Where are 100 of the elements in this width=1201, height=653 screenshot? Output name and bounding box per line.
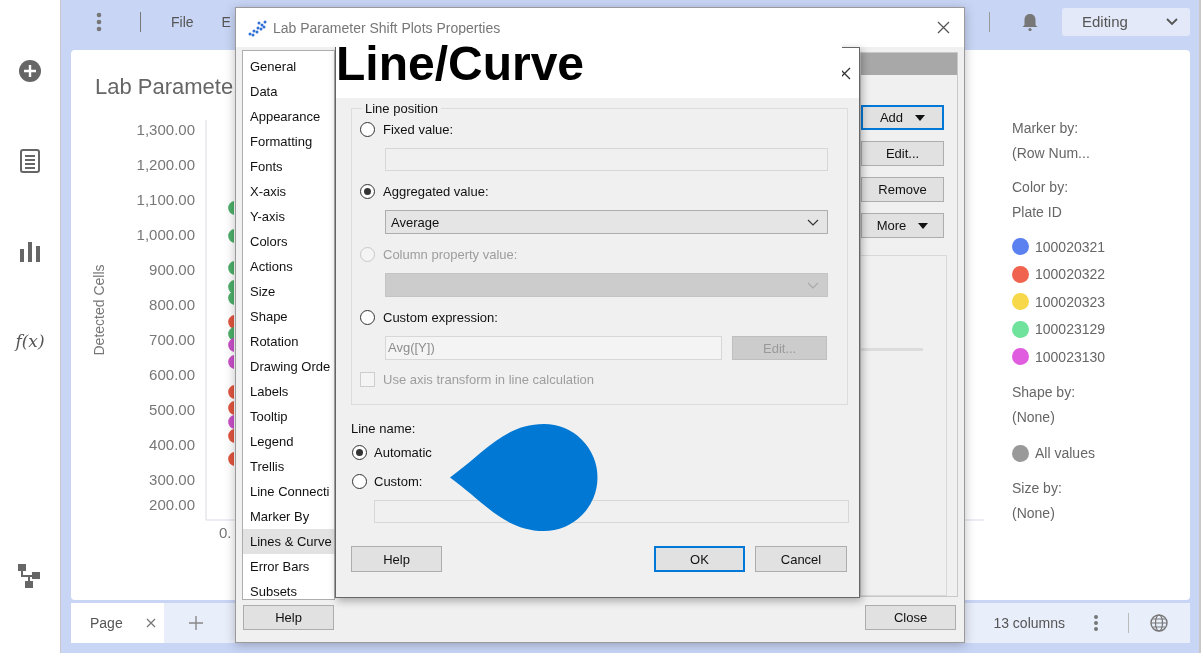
nav-item[interactable]: X-axis [243,179,334,204]
legend-heading: Marker by: [1012,119,1080,138]
value-field[interactable] [385,148,828,171]
legend-label: 100020321 [1035,238,1106,255]
legend-label: 100020323 [1035,293,1106,310]
panel-button[interactable]: Add [861,105,944,130]
legend-label: 100023130 [1035,348,1106,365]
chevron-down-icon [1166,17,1178,26]
axis-tick-label: 600.00 [149,366,195,383]
nav-item[interactable]: Legend [243,429,334,454]
legend-heading: Shape by: [1012,382,1077,402]
data-point [228,385,234,399]
radio-button[interactable] [352,473,367,489]
nav-item[interactable]: Data [243,79,334,104]
nav-item[interactable]: Rotation [243,329,334,354]
checkbox-label: Use axis transform in line calculation [383,371,594,387]
axis-tick-label: 800.00 [149,296,195,313]
nav-item[interactable]: Lines & Curve [243,529,334,554]
function-icon[interactable]: f(x) [15,331,45,351]
data-point [228,201,234,215]
menu-item[interactable]: E [221,13,231,30]
data-point [228,229,234,243]
group-title: Line position [364,101,439,116]
globe-icon[interactable] [1150,614,1168,632]
radio-button[interactable] [352,444,367,460]
aggregation-dropdown[interactable]: Average [385,210,828,234]
add-tab-icon[interactable] [189,616,203,630]
radio-label: Custom: [374,473,423,489]
nav-item[interactable]: Labels [243,379,334,404]
legend-label: 100023129 [1035,321,1106,338]
close-button[interactable]: Close [865,605,956,630]
nav-item[interactable]: Fonts [243,154,334,179]
chevron-down-icon [807,281,819,289]
radio-label: Column property value: [383,246,518,262]
axis-tick-label: 1,200.00 [136,156,195,173]
close-icon[interactable] [937,21,950,34]
mode-dropdown[interactable]: Editing [1062,7,1190,36]
axis-tick-label: 900.00 [149,261,195,278]
bell-icon[interactable] [1022,12,1038,31]
legend-label: 100020322 [1035,266,1106,283]
legend-value[interactable]: (None) [1012,404,1106,430]
legend-heading: Size by: [1012,479,1063,498]
legend-value[interactable]: (None) [1012,501,1106,526]
nav-item[interactable]: Appearance [243,104,334,129]
section-label: Line name: [351,421,417,436]
radio-label: Automatic [374,444,432,460]
radio-button[interactable] [360,121,375,137]
chart-title: Lab Paramete [95,74,234,100]
data-point [228,452,234,466]
scatter-icon [247,18,267,37]
panel-button[interactable]: Edit... [861,141,944,166]
menu-item[interactable]: File [171,13,194,30]
window-title: Lab Parameter Shift Plots Properties [273,19,501,36]
axis-tick-label: 0. [219,524,232,541]
nav-item[interactable]: Marker By [243,504,334,529]
nav-item[interactable]: Error Bars [243,554,334,579]
data-point [228,261,234,275]
nav-item[interactable]: Trellis [243,454,334,479]
legend-value[interactable]: Plate ID [1012,200,1106,225]
nav-item[interactable]: Subsets [243,579,334,599]
add-circle-icon[interactable] [18,59,42,83]
nav-item[interactable]: Actions [243,254,334,279]
nav-item[interactable]: Drawing Orde [243,354,334,379]
nav-item[interactable]: Y-axis [243,204,334,229]
data-point [228,355,234,369]
legend-heading: Color by: [1012,178,1070,197]
column-count: 13 columns [993,615,1065,631]
axis-tick-label: 1,100.00 [136,191,195,208]
legend-value[interactable]: (Row Num... [1012,141,1106,166]
legend-label: All values [1035,445,1095,462]
bar-chart-icon[interactable] [19,240,41,262]
nav-item[interactable]: Shape [243,304,334,329]
ok-button[interactable]: OK [654,546,745,572]
cancel-button[interactable]: Cancel [755,546,847,572]
axis-tick-label: 400.00 [149,436,195,453]
nav-item[interactable]: Colors [243,229,334,254]
nav-item[interactable]: General [243,54,334,79]
axis-tick-label: 200.00 [149,496,195,513]
axis-title: Detected Cells [91,264,107,356]
radio-button[interactable] [360,183,375,199]
nav-item[interactable]: Formatting [243,129,334,154]
nav-item[interactable]: Size [243,279,334,304]
nav-item[interactable]: Tooltip [243,404,334,429]
more-menu-icon[interactable] [96,11,102,32]
radio-label: Aggregated value: [383,183,489,199]
help-button[interactable]: Help [351,546,442,572]
nav-item[interactable]: Line Connecti [243,479,334,504]
axis-tick-label: 700.00 [149,331,195,348]
axis-tick-label: 300.00 [149,471,195,488]
radio-button[interactable] [360,309,375,325]
panel-button[interactable]: More [861,213,944,238]
page-tab[interactable]: Page [71,603,164,643]
dropdown-arrow-icon [915,114,926,121]
dropdown-arrow-icon [918,222,929,229]
help-button[interactable]: Help [243,605,334,630]
panel-button[interactable]: Remove [861,177,944,202]
axis-tick-label: 1,300.00 [136,121,195,138]
document-list-icon[interactable] [20,149,40,173]
more-menu-icon[interactable] [1093,614,1099,632]
hierarchy-icon[interactable] [18,564,42,588]
